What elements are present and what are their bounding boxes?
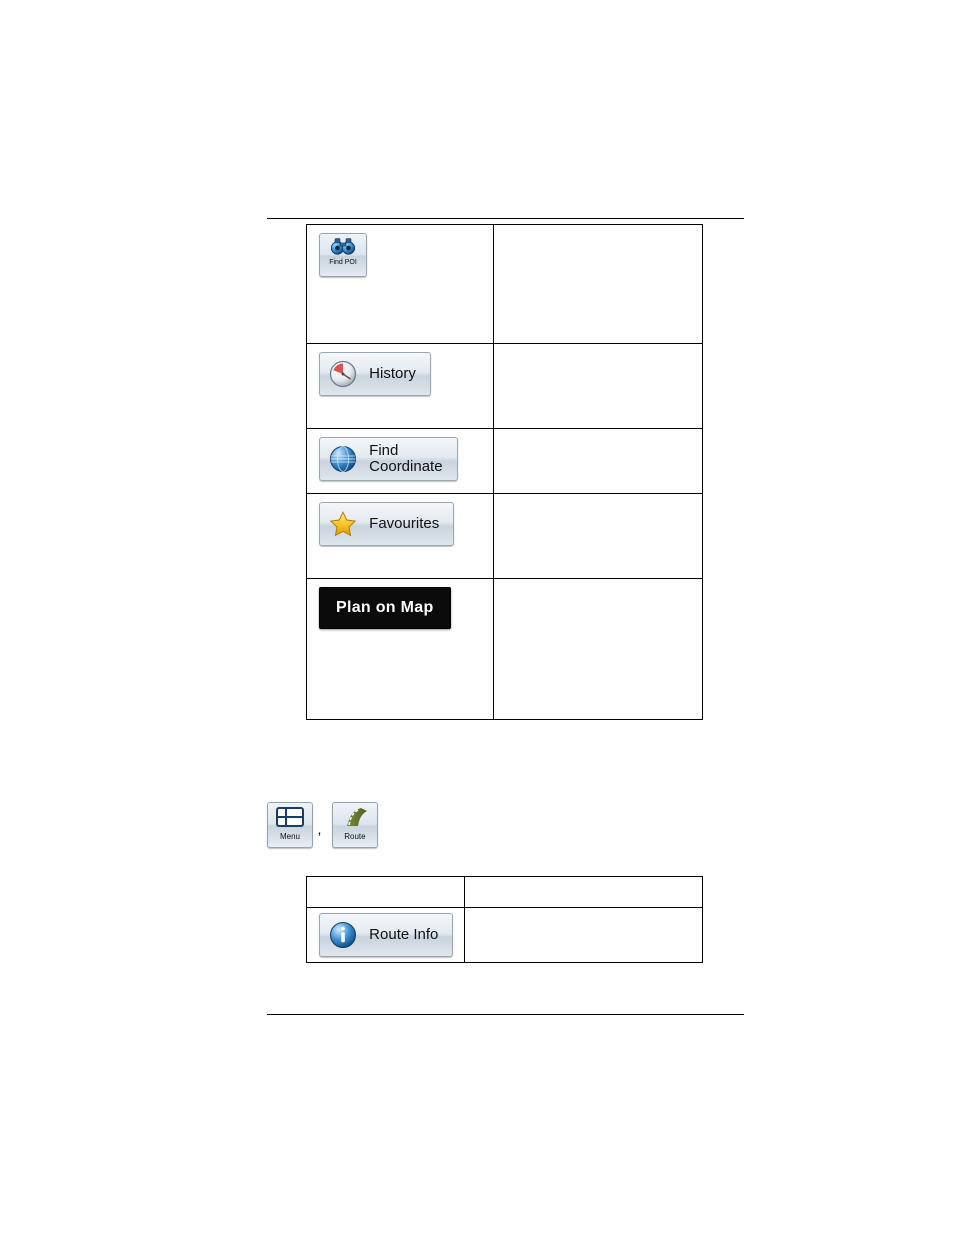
toolbar-separator: ,: [317, 821, 322, 837]
table-header-cell-2: [464, 876, 703, 908]
menu-grid-icon: [268, 807, 312, 832]
features-table: Find POI History Find Coordinate Favouri…: [306, 224, 703, 720]
table-row: Favourites: [306, 493, 703, 579]
route-label: Route: [344, 832, 366, 841]
table-cell-description: [464, 907, 703, 963]
find-poi-icon: [330, 237, 356, 257]
globe-icon: [328, 444, 358, 474]
table-header-row: [306, 876, 703, 908]
description-text: [465, 908, 702, 916]
description-text: [494, 344, 702, 352]
find-poi-label: Find POI: [329, 259, 357, 266]
table-cell-icon: Route Info: [306, 907, 465, 963]
favourites-label: Favourites: [369, 514, 440, 532]
find-coordinate-label: Find Coordinate: [369, 441, 443, 476]
table-row: Find POI: [306, 224, 703, 344]
route-table: Route Info: [306, 876, 703, 963]
table-cell-icon: Plan on Map: [306, 578, 494, 720]
plan-on-map-button[interactable]: Plan on Map: [319, 587, 451, 629]
route-button[interactable]: Route: [331, 802, 378, 848]
route-road-icon: [333, 807, 377, 832]
history-label: History: [369, 364, 416, 382]
table-cell-description: [493, 578, 703, 720]
menu-label: Menu: [279, 832, 300, 841]
description-text: [494, 494, 702, 502]
footer-rule: [267, 1014, 744, 1015]
history-clock-icon: [328, 359, 358, 389]
table-cell-icon: History: [306, 343, 494, 429]
table-row: Route Info: [306, 907, 703, 963]
description-text: [494, 225, 702, 233]
description-text: [494, 579, 702, 587]
document-page: Find POI History Find Coordinate Favouri…: [0, 0, 954, 1235]
table-cell-description: [493, 224, 703, 344]
table-cell-description: [493, 493, 703, 579]
favourites-button[interactable]: Favourites: [319, 502, 455, 546]
table-cell-description: [493, 428, 703, 494]
menu-button[interactable]: Menu: [267, 802, 313, 848]
find-poi-button[interactable]: Find POI: [319, 233, 367, 277]
route-info-label: Route Info: [369, 925, 439, 943]
table-cell-icon: Favourites: [306, 493, 494, 579]
info-circle-icon: [328, 920, 358, 950]
inline-toolbar: Menu , Route: [267, 802, 567, 848]
find-coordinate-button[interactable]: Find Coordinate: [319, 437, 458, 481]
table-row: Find Coordinate: [306, 428, 703, 494]
star-icon: [328, 509, 358, 539]
history-button[interactable]: History: [319, 352, 431, 396]
header-rule: [267, 218, 744, 219]
table-header-cell-1: [306, 876, 465, 908]
table-cell-icon: Find POI: [306, 224, 494, 344]
table-cell-description: [493, 343, 703, 429]
table-row: History: [306, 343, 703, 429]
route-info-button[interactable]: Route Info: [319, 913, 454, 957]
description-text: [494, 429, 702, 437]
table-row: Plan on Map: [306, 578, 703, 720]
table-cell-icon: Find Coordinate: [306, 428, 494, 494]
